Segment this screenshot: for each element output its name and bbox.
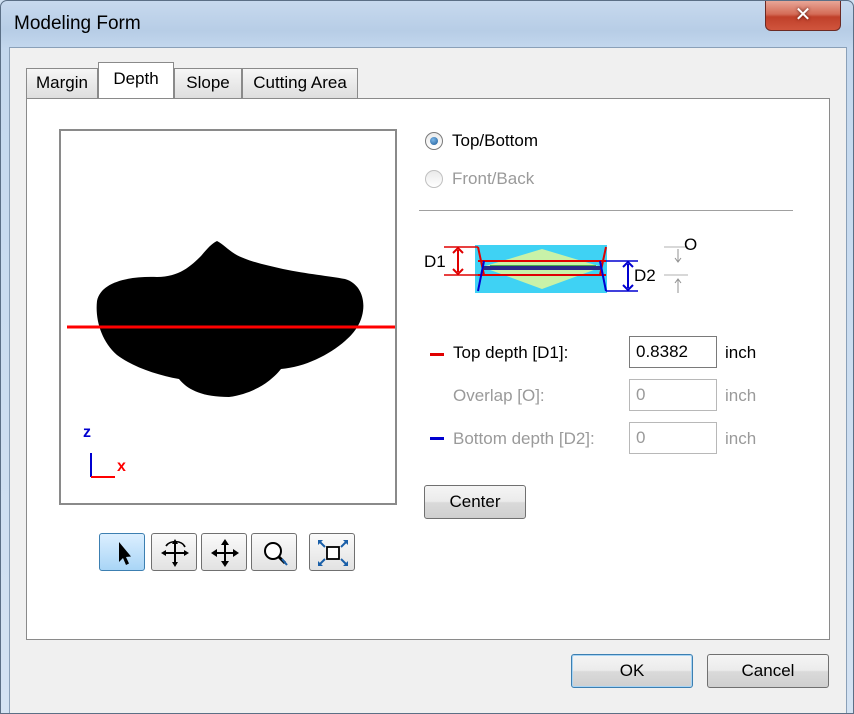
radio-top-bottom-button[interactable] <box>425 132 443 150</box>
overlap-field-label: Overlap [O]: <box>453 386 545 405</box>
fit-view-icon <box>318 540 348 566</box>
radio-front-back-button[interactable] <box>425 170 443 188</box>
bottom-depth-label: Bottom depth [D2]: <box>453 429 595 448</box>
cancel-button[interactable]: Cancel <box>707 654 829 688</box>
zoom-tool-button[interactable] <box>251 533 297 571</box>
window-title: Modeling Form <box>14 13 141 34</box>
radio-top-bottom-label: Top/Bottom <box>452 131 538 150</box>
rotate-icon <box>161 539 189 567</box>
axis-x-label: x <box>117 458 126 475</box>
separator-line <box>419 210 793 211</box>
overlap-input[interactable] <box>629 379 717 411</box>
close-icon: ✕ <box>794 2 812 26</box>
d2-label: D2 <box>634 266 656 285</box>
zoom-icon <box>264 542 288 566</box>
top-depth-unit: inch <box>725 343 757 362</box>
depth-diagram-graphic <box>444 245 688 293</box>
dialog-client-area: Margin Depth Slope Cutting Area z x Top/… <box>9 47 847 713</box>
top-depth-legend-dash <box>430 353 444 356</box>
bottom-depth-unit: inch <box>725 429 757 448</box>
center-button[interactable]: Center <box>424 485 526 519</box>
top-depth-label: Top depth [D1]: <box>453 343 569 362</box>
tab-slope[interactable]: Slope <box>174 68 242 98</box>
select-arrow-icon <box>119 542 131 565</box>
overlap-label: O <box>684 235 698 254</box>
tab-depth[interactable]: Depth <box>98 62 174 98</box>
modeling-form-window: Modeling Form ✕ Margin Depth Slope Cutti… <box>0 0 854 714</box>
top-depth-input[interactable] <box>629 336 717 368</box>
tooth-silhouette <box>96 241 364 397</box>
select-tool-button[interactable] <box>99 533 145 571</box>
pan-tool-button[interactable] <box>201 533 247 571</box>
d1-label: D1 <box>424 252 446 271</box>
ok-button[interactable]: OK <box>571 654 693 688</box>
overlap-unit: inch <box>725 386 757 405</box>
bottom-depth-legend-dash <box>430 437 444 440</box>
pan-icon <box>211 539 239 567</box>
rotate-tool-button[interactable] <box>151 533 197 571</box>
model-silhouette <box>67 241 395 478</box>
fit-view-tool-button[interactable] <box>309 533 355 571</box>
bottom-depth-input[interactable] <box>629 422 717 454</box>
tab-margin[interactable]: Margin <box>26 68 98 98</box>
radio-front-back-label: Front/Back <box>452 169 535 188</box>
tab-cutting-area[interactable]: Cutting Area <box>242 68 358 98</box>
axis-z-label: z <box>83 424 91 441</box>
title-bar[interactable]: Modeling Form ✕ <box>1 1 853 47</box>
depth-tab-panel: z x Top/Bottom Front/Back D1 D2 O Top de… <box>26 98 830 640</box>
depth-diagram: D1 D2 O <box>422 235 712 301</box>
model-preview[interactable]: z x <box>59 129 397 505</box>
axis-gizmo <box>90 453 115 478</box>
close-button[interactable]: ✕ <box>765 1 841 31</box>
